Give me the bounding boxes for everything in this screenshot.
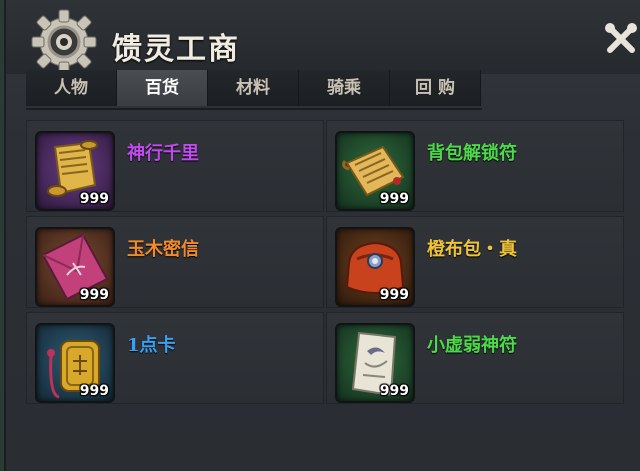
item-count: 999: [79, 383, 109, 399]
tab-mounts[interactable]: 骑乘: [299, 70, 390, 106]
gear-icon: [31, 9, 97, 75]
tab-buyback[interactable]: 回 购: [390, 70, 481, 106]
item-name: 背包解锁符: [427, 143, 517, 164]
item-name: 玉木密信: [127, 239, 199, 260]
item-count: 999: [379, 191, 409, 207]
tab-characters[interactable]: 人物: [26, 70, 117, 106]
shop-item[interactable]: 999 背包解锁符: [326, 120, 624, 212]
item-slot: 999: [335, 227, 415, 307]
item-name: 小虚弱神符: [427, 335, 517, 356]
tab-general-goods[interactable]: 百货: [117, 70, 208, 106]
item-slot: 999: [35, 323, 115, 403]
item-slot: 999: [335, 323, 415, 403]
close-icon[interactable]: [602, 20, 640, 58]
item-name: 神行千里: [127, 143, 199, 164]
item-count: 999: [379, 383, 409, 399]
title-bar: 馈灵工商: [6, 0, 640, 75]
shop-item[interactable]: 999 神行千里: [26, 120, 324, 212]
shop-item[interactable]: 999 1点卡: [26, 312, 324, 404]
shop-item[interactable]: 999 玉木密信: [26, 216, 324, 308]
item-count: 999: [379, 287, 409, 303]
tab-materials[interactable]: 材料: [208, 70, 299, 106]
item-slot: 999: [35, 131, 115, 211]
shop-panel: 馈灵工商 人物 百货 材料 骑乘 回 购 999 神行千里 999 背包解锁符 …: [4, 0, 640, 471]
item-name: 橙布包・真: [427, 239, 517, 260]
shop-title: 馈灵工商: [112, 32, 240, 67]
item-count: 999: [79, 287, 109, 303]
item-count: 999: [79, 191, 109, 207]
item-slot: 999: [335, 131, 415, 211]
item-slot: 999: [35, 227, 115, 307]
tab-bar: 人物 百货 材料 骑乘 回 购: [26, 70, 482, 110]
shop-item[interactable]: 999 橙布包・真: [326, 216, 624, 308]
item-name: 1点卡: [127, 335, 176, 356]
shop-item[interactable]: 999 小虚弱神符: [326, 312, 624, 404]
item-grid: 999 神行千里 999 背包解锁符 999 玉木密信 999 橙布包・真 99…: [26, 112, 624, 412]
